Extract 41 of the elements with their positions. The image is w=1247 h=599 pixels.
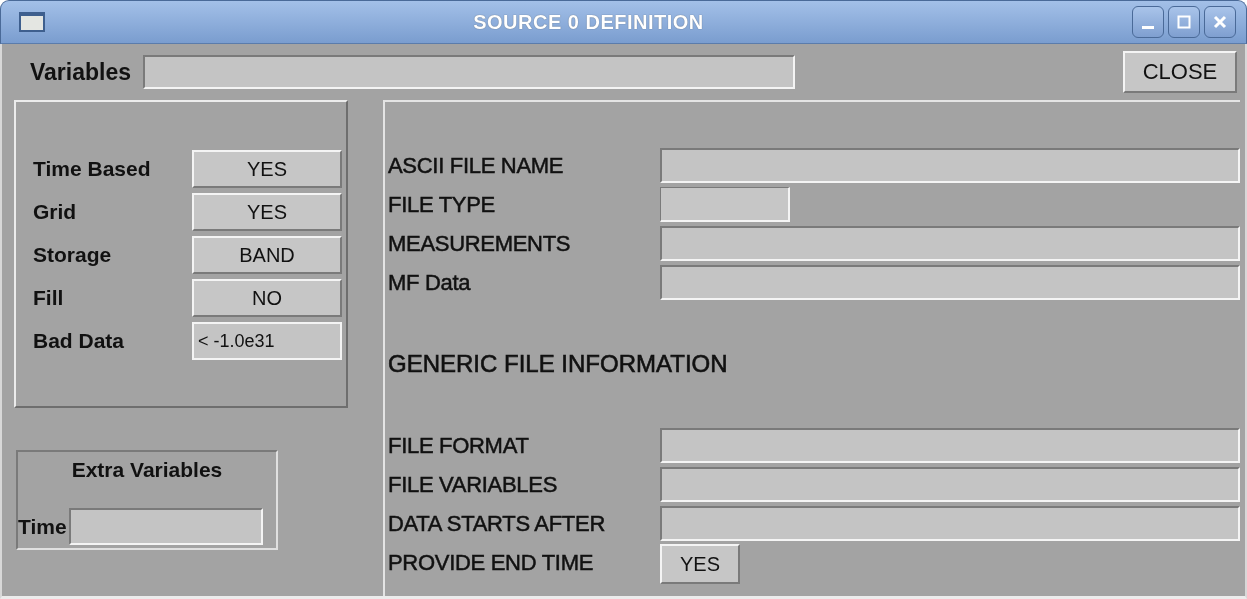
value-field[interactable]: < -1.0e31 xyxy=(192,322,342,360)
extra-variables-title: Extra Variables xyxy=(70,457,224,483)
field-label: FILE FORMAT xyxy=(388,432,530,459)
text-field[interactable] xyxy=(660,506,1240,541)
option-label: Storage xyxy=(33,243,113,267)
option-button[interactable]: YES xyxy=(192,193,342,231)
toggle-button[interactable]: YES xyxy=(660,544,740,584)
close-button[interactable]: CLOSE xyxy=(1123,51,1237,93)
window-icon xyxy=(19,12,45,32)
text-field[interactable] xyxy=(660,226,1240,261)
text-field[interactable] xyxy=(660,265,1240,300)
field-label: MF Data xyxy=(388,269,472,296)
text-field[interactable] xyxy=(660,467,1240,502)
field-label: FILE VARIABLES xyxy=(388,471,559,498)
close-icon xyxy=(1212,14,1228,30)
minimize-button[interactable] xyxy=(1132,6,1164,38)
option-label: Grid xyxy=(33,200,78,224)
option-label: Fill xyxy=(33,286,65,310)
option-button[interactable]: YES xyxy=(192,150,342,188)
close-window-button[interactable] xyxy=(1204,6,1236,38)
text-field[interactable] xyxy=(660,148,1240,183)
option-button[interactable]: BAND xyxy=(192,236,342,274)
option-label: Bad Data xyxy=(33,329,126,353)
section-heading: GENERIC FILE INFORMATION xyxy=(388,350,728,378)
menu-button[interactable] xyxy=(660,187,790,222)
field-label: PROVIDE END TIME xyxy=(388,549,595,576)
field-label: MEASUREMENTS xyxy=(388,230,572,257)
text-field[interactable] xyxy=(68,508,263,545)
field-label: ASCII FILE NAME xyxy=(388,152,565,179)
text-field[interactable] xyxy=(660,428,1240,463)
field-label: FILE TYPE xyxy=(388,191,496,218)
maximize-icon xyxy=(1176,14,1192,30)
variables-label: Variables xyxy=(30,58,132,86)
variables-field[interactable] xyxy=(143,55,796,89)
maximize-button[interactable] xyxy=(1168,6,1200,38)
window-title: SOURCE 0 DEFINITION xyxy=(472,10,705,34)
option-button[interactable]: NO xyxy=(192,279,342,317)
field-label: Time xyxy=(18,514,67,539)
option-label: Time Based xyxy=(33,157,152,181)
field-label: DATA STARTS AFTER xyxy=(388,510,606,537)
minimize-icon xyxy=(1142,25,1154,29)
